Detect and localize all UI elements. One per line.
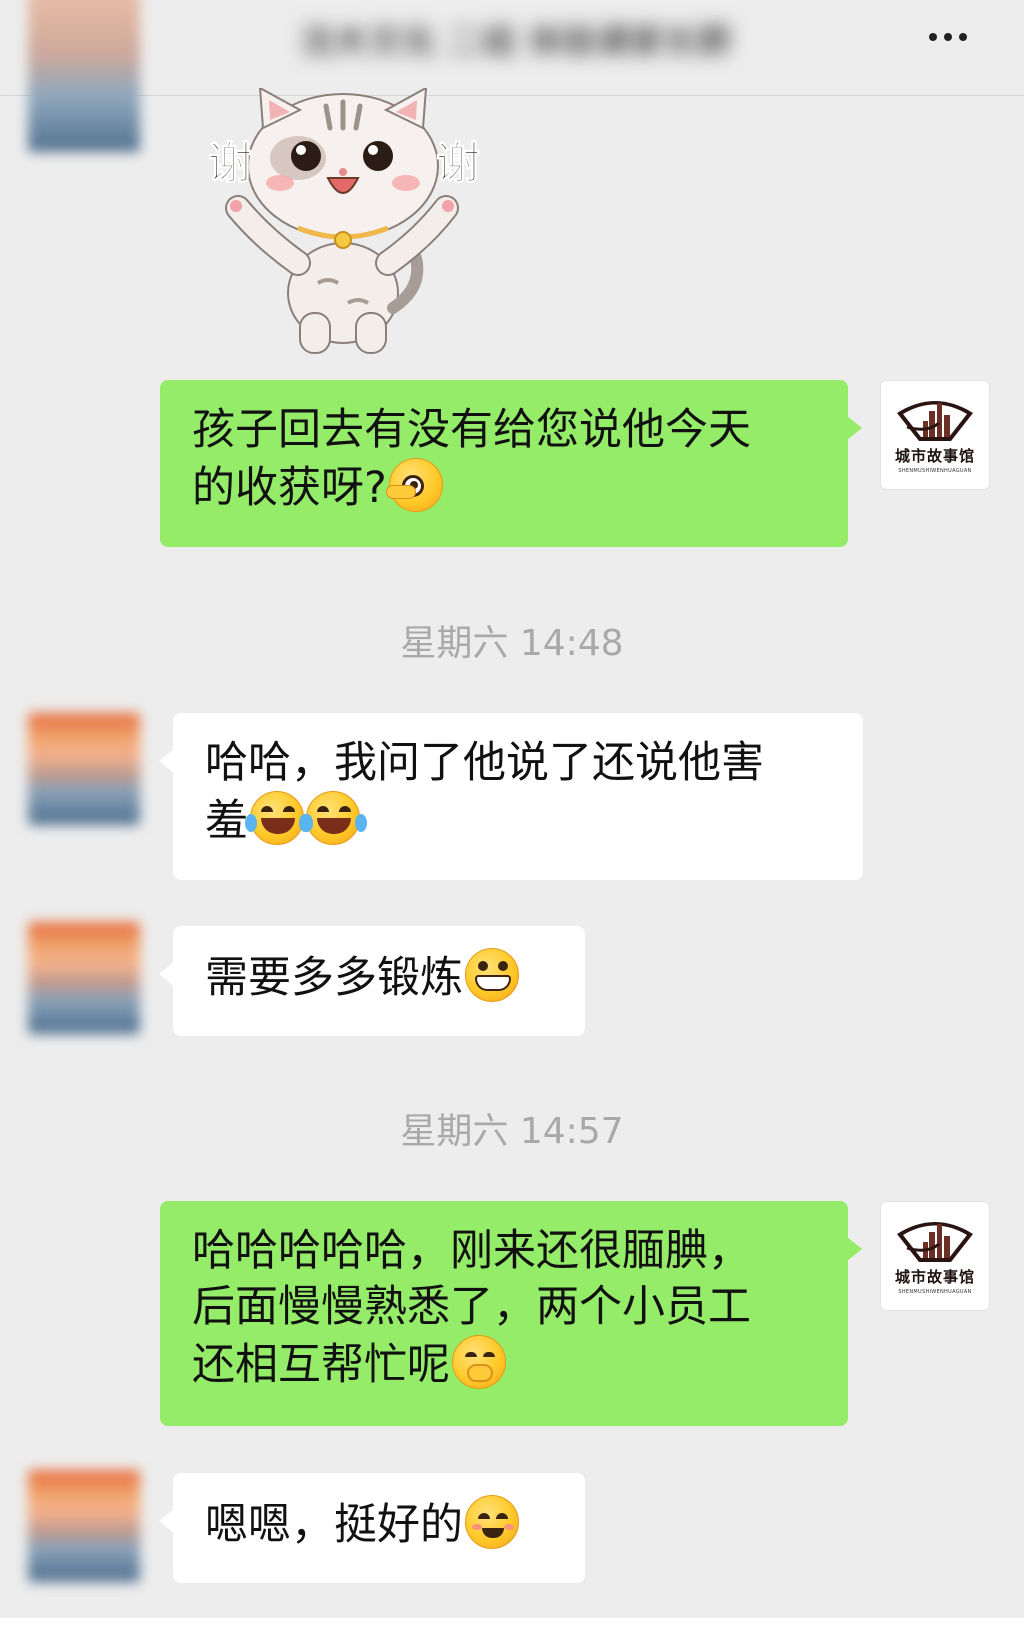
shy-giggle-icon bbox=[452, 1335, 506, 1389]
more-dots-icon bbox=[929, 33, 937, 41]
message-bubble-received[interactable]: 嗯嗯，挺好的 bbox=[159, 1473, 585, 1583]
grin-icon bbox=[465, 948, 519, 1002]
message-text: 需要多多锻炼 bbox=[205, 953, 463, 1003]
contact-avatar[interactable] bbox=[28, 1470, 140, 1582]
tears-of-joy-icon bbox=[301, 791, 367, 845]
tears-of-joy-icon bbox=[245, 791, 311, 845]
logo-english-text: SHENMUSHIWENHUAGUAN bbox=[898, 467, 972, 474]
more-dots-icon bbox=[944, 33, 952, 41]
message-text: 嗯嗯，挺好的 bbox=[205, 1500, 463, 1550]
sticker-left-char: 谢 bbox=[208, 138, 252, 189]
message-bubble-received[interactable]: 哈哈，我问了他说了还说他害 羞 bbox=[159, 713, 863, 880]
building-fan-logo-icon bbox=[897, 400, 973, 441]
building-fan-logo-icon bbox=[897, 1221, 973, 1262]
contact-avatar[interactable] bbox=[28, 713, 140, 825]
timestamp: 星期六 14:57 bbox=[400, 1111, 624, 1152]
chat-header: 沈木文化 二组 体验课家长群 bbox=[0, 0, 1024, 96]
logo-english-text: SHENMUSHIWENHUAGUAN bbox=[898, 1288, 972, 1295]
message-bubble-sent[interactable]: 孩子回去有没有给您说他今天 的收获呀? bbox=[160, 380, 862, 547]
my-avatar[interactable]: 城市故事馆 SHENMUSHIWENHUAGUAN bbox=[880, 380, 990, 490]
contact-avatar[interactable] bbox=[28, 922, 140, 1034]
contact-avatar[interactable] bbox=[28, 0, 140, 152]
input-bar-edge bbox=[0, 1618, 1024, 1652]
more-dots-icon bbox=[959, 33, 967, 41]
message-bubble-sent[interactable]: 哈哈哈哈哈，刚来还很腼腆， 后面慢慢熟悉了，两个小员工 还相互帮忙呢 bbox=[160, 1201, 862, 1426]
thank-you-cat-sticker[interactable]: 谢 谢 bbox=[178, 88, 508, 358]
logo-chinese-text: 城市故事馆 bbox=[894, 1267, 975, 1286]
chat-title: 沈木文化 二组 体验课家长群 bbox=[300, 21, 732, 62]
logo-chinese-text: 城市故事馆 bbox=[894, 446, 975, 465]
message-bubble-received[interactable]: 需要多多锻炼 bbox=[159, 926, 585, 1036]
sticker-right-char: 谢 bbox=[436, 138, 480, 189]
timestamp: 星期六 14:48 bbox=[400, 623, 624, 664]
more-options-button[interactable] bbox=[918, 20, 978, 54]
message-text: 孩子回去有没有给您说他今天 的收获呀? bbox=[192, 405, 751, 513]
my-avatar[interactable]: 城市故事馆 SHENMUSHIWENHUAGUAN bbox=[880, 1201, 990, 1311]
smile-icon bbox=[465, 1495, 519, 1549]
face-peeking-icon bbox=[385, 458, 443, 512]
